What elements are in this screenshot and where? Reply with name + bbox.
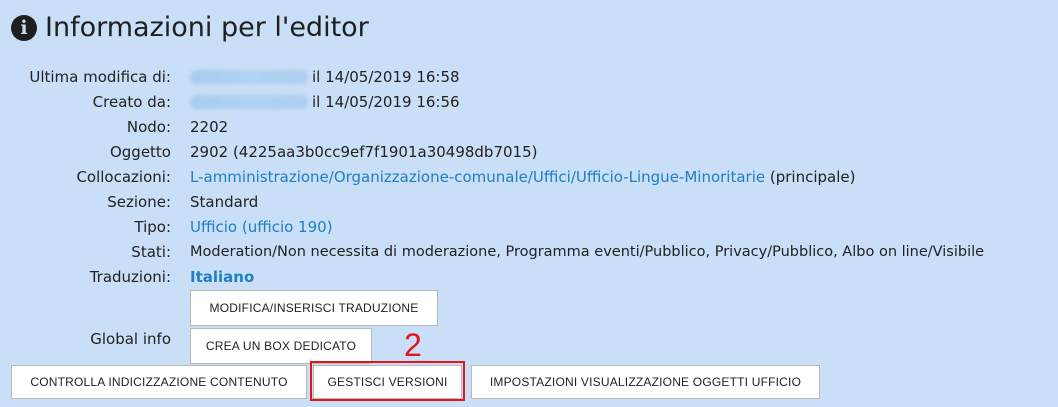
row-traduzioni: Traduzioni: Italiano: [0, 266, 1058, 288]
label-collocazioni: Collocazioni:: [76, 168, 171, 186]
value-sezione: Standard: [190, 193, 259, 211]
value-ultima-modifica: il 14/05/2019 16:58: [190, 66, 460, 88]
row-stati: Stati: Moderation/Non necessita di moder…: [0, 241, 1058, 263]
collocazione-link[interactable]: L-amministrazione/Organizzazione-comunal…: [190, 168, 765, 186]
label-nodo: Nodo:: [126, 118, 171, 136]
label-sezione: Sezione:: [107, 193, 171, 211]
tipo-link[interactable]: Ufficio (ufficio 190): [190, 216, 333, 238]
row-ultima-modifica: Ultima modifica di: il 14/05/2019 16:58: [0, 66, 1058, 88]
row-tipo: Tipo: Ufficio (ufficio 190): [0, 216, 1058, 238]
page-title: i Informazioni per l'editor: [11, 12, 369, 43]
impostazioni-visualizzazione-button[interactable]: IMPOSTAZIONI VISUALIZZAZIONE OGGETTI UFF…: [471, 365, 820, 399]
page-title-text: Informazioni per l'editor: [45, 12, 369, 43]
row-sezione: Sezione: Standard: [0, 191, 1058, 213]
modifica-traduzione-button[interactable]: MODIFICA/INSERISCI TRADUZIONE: [190, 290, 438, 326]
label-oggetto: Oggetto: [109, 143, 171, 161]
value-collocazioni: L-amministrazione/Organizzazione-comunal…: [190, 166, 855, 188]
highlight-box: [310, 361, 465, 401]
traduzione-italiano-link[interactable]: Italiano: [190, 266, 254, 288]
redacted-user: [190, 95, 308, 109]
value-creato-da: il 14/05/2019 16:56: [190, 91, 460, 113]
crea-box-button[interactable]: CREA UN BOX DEDICATO: [190, 328, 372, 364]
row-nodo: Nodo: 2202: [0, 116, 1058, 138]
label-global-info: Global info: [90, 330, 171, 348]
label-tipo: Tipo:: [134, 218, 171, 236]
row-global-info: Global info: [0, 328, 1058, 350]
redacted-user: [190, 70, 308, 84]
label-traduzioni: Traduzioni:: [89, 268, 171, 286]
row-collocazioni: Collocazioni: L-amministrazione/Organizz…: [0, 166, 1058, 188]
row-oggetto: Oggetto 2902 (4225aa3b0cc9ef7f1901a30498…: [0, 141, 1058, 163]
ultima-modifica-date: il 14/05/2019 16:58: [312, 68, 460, 86]
row-creato-da: Creato da: il 14/05/2019 16:56: [0, 91, 1058, 113]
label-stati: Stati:: [131, 243, 171, 261]
info-icon: i: [11, 14, 37, 41]
value-oggetto: 2902 (4225aa3b0cc9ef7f1901a30498db7015): [190, 143, 538, 161]
creato-da-date: il 14/05/2019 16:56: [312, 93, 460, 111]
controlla-indicizzazione-button[interactable]: CONTROLLA INDICIZZAZIONE CONTENUTO: [11, 365, 307, 399]
value-stati: Moderation/Non necessita di moderazione,…: [190, 244, 985, 260]
label-creato-da: Creato da:: [92, 93, 171, 111]
label-ultima-modifica: Ultima modifica di:: [29, 68, 171, 86]
collocazione-suffix: (principale): [765, 168, 856, 186]
value-nodo: 2202: [190, 118, 229, 136]
step-number-annotation: 2: [404, 327, 422, 363]
